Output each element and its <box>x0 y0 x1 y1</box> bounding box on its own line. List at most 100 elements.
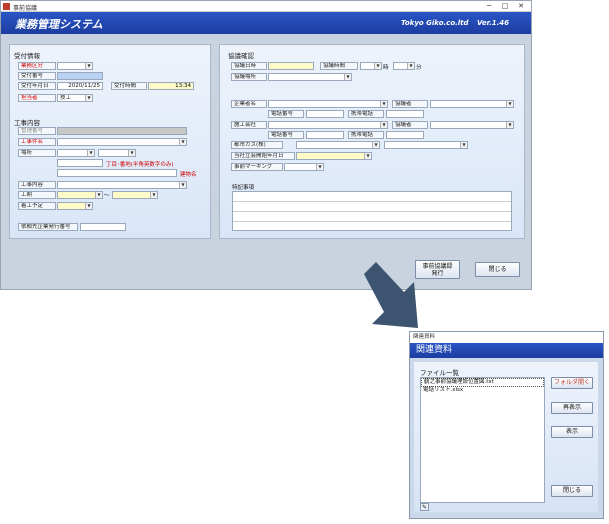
marking-label: 事前マーキング <box>231 163 283 171</box>
contractor-phone-field[interactable] <box>306 131 344 139</box>
chevron-down-icon: ▼ <box>344 74 351 80</box>
system-title: 業務管理システム <box>15 18 103 31</box>
management-no-label: 管理番号 <box>18 127 56 135</box>
company-phone-field[interactable] <box>306 110 344 118</box>
negotiator-select-1[interactable]: ▼ <box>430 100 514 108</box>
negotiator-label-1: 協議者 <box>392 100 428 108</box>
related-docs-window: 関連資料 関連資料 ファイル一覧 鶴之事前協議埋設位置図.txt 電話リスト.x… <box>409 331 604 519</box>
file-item[interactable]: 電話リスト.xlsx <box>421 387 544 394</box>
chevron-down-icon: ▼ <box>85 203 92 209</box>
work-name-select[interactable]: ▼ <box>57 138 187 146</box>
receipt-time-field[interactable]: 13:34 <box>148 82 194 90</box>
contractor-phone-label: 電話番号 <box>268 131 304 139</box>
period-end-field[interactable]: ▼ <box>112 191 158 199</box>
meeting-minute-select[interactable]: ▼ <box>393 62 415 70</box>
negotiator-label-2: 協議者 <box>392 121 428 129</box>
work-content-label: 工事内容 <box>18 181 56 189</box>
reception-section-title: 受付情報 <box>14 52 40 60</box>
city-gas-select[interactable]: ▼ <box>296 141 380 149</box>
meeting-date-field[interactable] <box>268 62 314 70</box>
arrow-down-right-icon <box>364 262 418 328</box>
notes-line <box>233 212 511 222</box>
company-mobile-label: 携帯電話 <box>348 110 384 118</box>
receipt-no-label: 受付番号 <box>18 72 56 80</box>
period-label: 工期 <box>18 191 56 199</box>
chevron-down-icon: ▼ <box>506 101 513 107</box>
chevron-down-icon: ▼ <box>372 142 379 148</box>
notes-area[interactable] <box>232 191 512 231</box>
chevron-down-icon: ▼ <box>95 192 102 198</box>
company-phone-label: 電話番号 <box>268 110 304 118</box>
receipt-date-field[interactable]: 2020/11/25 <box>57 82 103 90</box>
chevron-down-icon: ▼ <box>380 101 387 107</box>
request-no-field[interactable] <box>80 223 126 231</box>
person-select[interactable]: 技工 ▼ <box>57 94 93 102</box>
work-content-select[interactable]: ▼ <box>57 181 187 189</box>
chevron-down-icon: ▼ <box>364 153 371 159</box>
maximize-button[interactable]: □ <box>499 2 511 10</box>
period-start-field[interactable]: ▼ <box>57 191 103 199</box>
file-list[interactable]: 鶴之事前協議埋設位置図.txt 電話リスト.xlsx <box>420 377 545 503</box>
company-name-label: 企業者名 <box>231 100 267 108</box>
location-select-2[interactable]: ▼ <box>98 149 136 157</box>
hour-unit: 時 <box>383 65 389 71</box>
person-value: 技工 <box>60 95 72 101</box>
chevron-down-icon: ▼ <box>179 139 186 145</box>
chevron-down-icon: ▼ <box>85 63 92 69</box>
meeting-hour-select[interactable]: ▼ <box>360 62 382 70</box>
contractor-select[interactable]: ▼ <box>268 121 388 129</box>
business-type-label: 業務区分 <box>18 62 56 70</box>
business-type-select[interactable]: ▼ <box>57 62 93 70</box>
close-window-button[interactable]: ✕ <box>515 2 527 10</box>
contractor-mobile-label: 携帯電話 <box>348 131 384 139</box>
witness-date-select[interactable]: ▼ <box>296 152 372 160</box>
building-label: 建物名 <box>180 172 197 178</box>
confirm-section-title: 協議確認 <box>228 52 254 60</box>
witness-date-label: 当社立会開始年月日 <box>231 152 295 160</box>
sub-body: ファイル一覧 鶴之事前協議埋設位置図.txt 電話リスト.xlsx フォルダ開く… <box>414 362 598 512</box>
chevron-down-icon: ▼ <box>150 192 157 198</box>
window-title: 事前協議 <box>13 5 38 12</box>
minute-unit: 分 <box>416 65 422 71</box>
receipt-no-field <box>57 72 103 80</box>
company-name-select[interactable]: ▼ <box>268 100 388 108</box>
open-folder-button[interactable]: フォルダ開く <box>551 377 593 389</box>
minimize-button[interactable]: ─ <box>483 2 495 10</box>
building-field[interactable] <box>57 169 177 177</box>
meeting-date-label: 協議日時 <box>231 62 267 70</box>
chevron-down-icon: ▼ <box>316 164 323 170</box>
chevron-down-icon: ▼ <box>85 95 92 101</box>
negotiator-select-2[interactable]: ▼ <box>430 121 514 129</box>
company-name: Tokyo Giko.co.ltd <box>401 19 469 27</box>
issue-record-button[interactable]: 事前協議録 発行 <box>415 260 460 279</box>
receipt-date-label: 受付年月日 <box>18 82 56 90</box>
address-field[interactable] <box>57 159 103 167</box>
meeting-place-select[interactable]: ▼ <box>268 73 352 81</box>
chevron-down-icon: ▼ <box>460 142 467 148</box>
notes-line <box>233 202 511 212</box>
file-item[interactable]: 鶴之事前協議埋設位置図.txt <box>421 378 544 387</box>
edit-icon[interactable]: ✎ <box>420 503 429 511</box>
contractor-mobile-field[interactable] <box>386 131 424 139</box>
chevron-down-icon: ▼ <box>407 63 414 69</box>
left-panel: 受付情報 業務区分 ▼ 受付番号 受付年月日 2020/11/25 受付時間 1… <box>9 44 211 239</box>
refresh-button[interactable]: 再表示 <box>551 402 593 414</box>
sub-close-button[interactable]: 閉じる <box>551 485 593 497</box>
plan-select[interactable]: ▼ <box>57 202 93 210</box>
marking-select[interactable]: ▼ <box>284 163 324 171</box>
plan-label: 着工予定 <box>18 202 56 210</box>
work-name-label: 工事件名 <box>18 138 56 146</box>
company-mobile-field[interactable] <box>386 110 424 118</box>
main-close-button[interactable]: 閉じる <box>475 262 520 277</box>
main-window: 事前協議 ─ □ ✕ 業務管理システム Tokyo Giko.co.ltd Ve… <box>0 0 532 290</box>
file-list-label: ファイル一覧 <box>420 369 459 377</box>
sub-titlebar: 関連資料 <box>410 332 603 343</box>
city-gas-label: 都市ガス(株) <box>231 141 283 149</box>
city-gas-select-2[interactable]: ▼ <box>384 141 468 149</box>
location-select-1[interactable]: ▼ <box>57 149 95 157</box>
show-button[interactable]: 表示 <box>551 426 593 438</box>
chevron-down-icon: ▼ <box>506 122 513 128</box>
chevron-down-icon: ▼ <box>179 182 186 188</box>
main-titlebar: 事前協議 ─ □ ✕ <box>1 1 531 12</box>
work-section-title: 工事内容 <box>14 119 40 127</box>
